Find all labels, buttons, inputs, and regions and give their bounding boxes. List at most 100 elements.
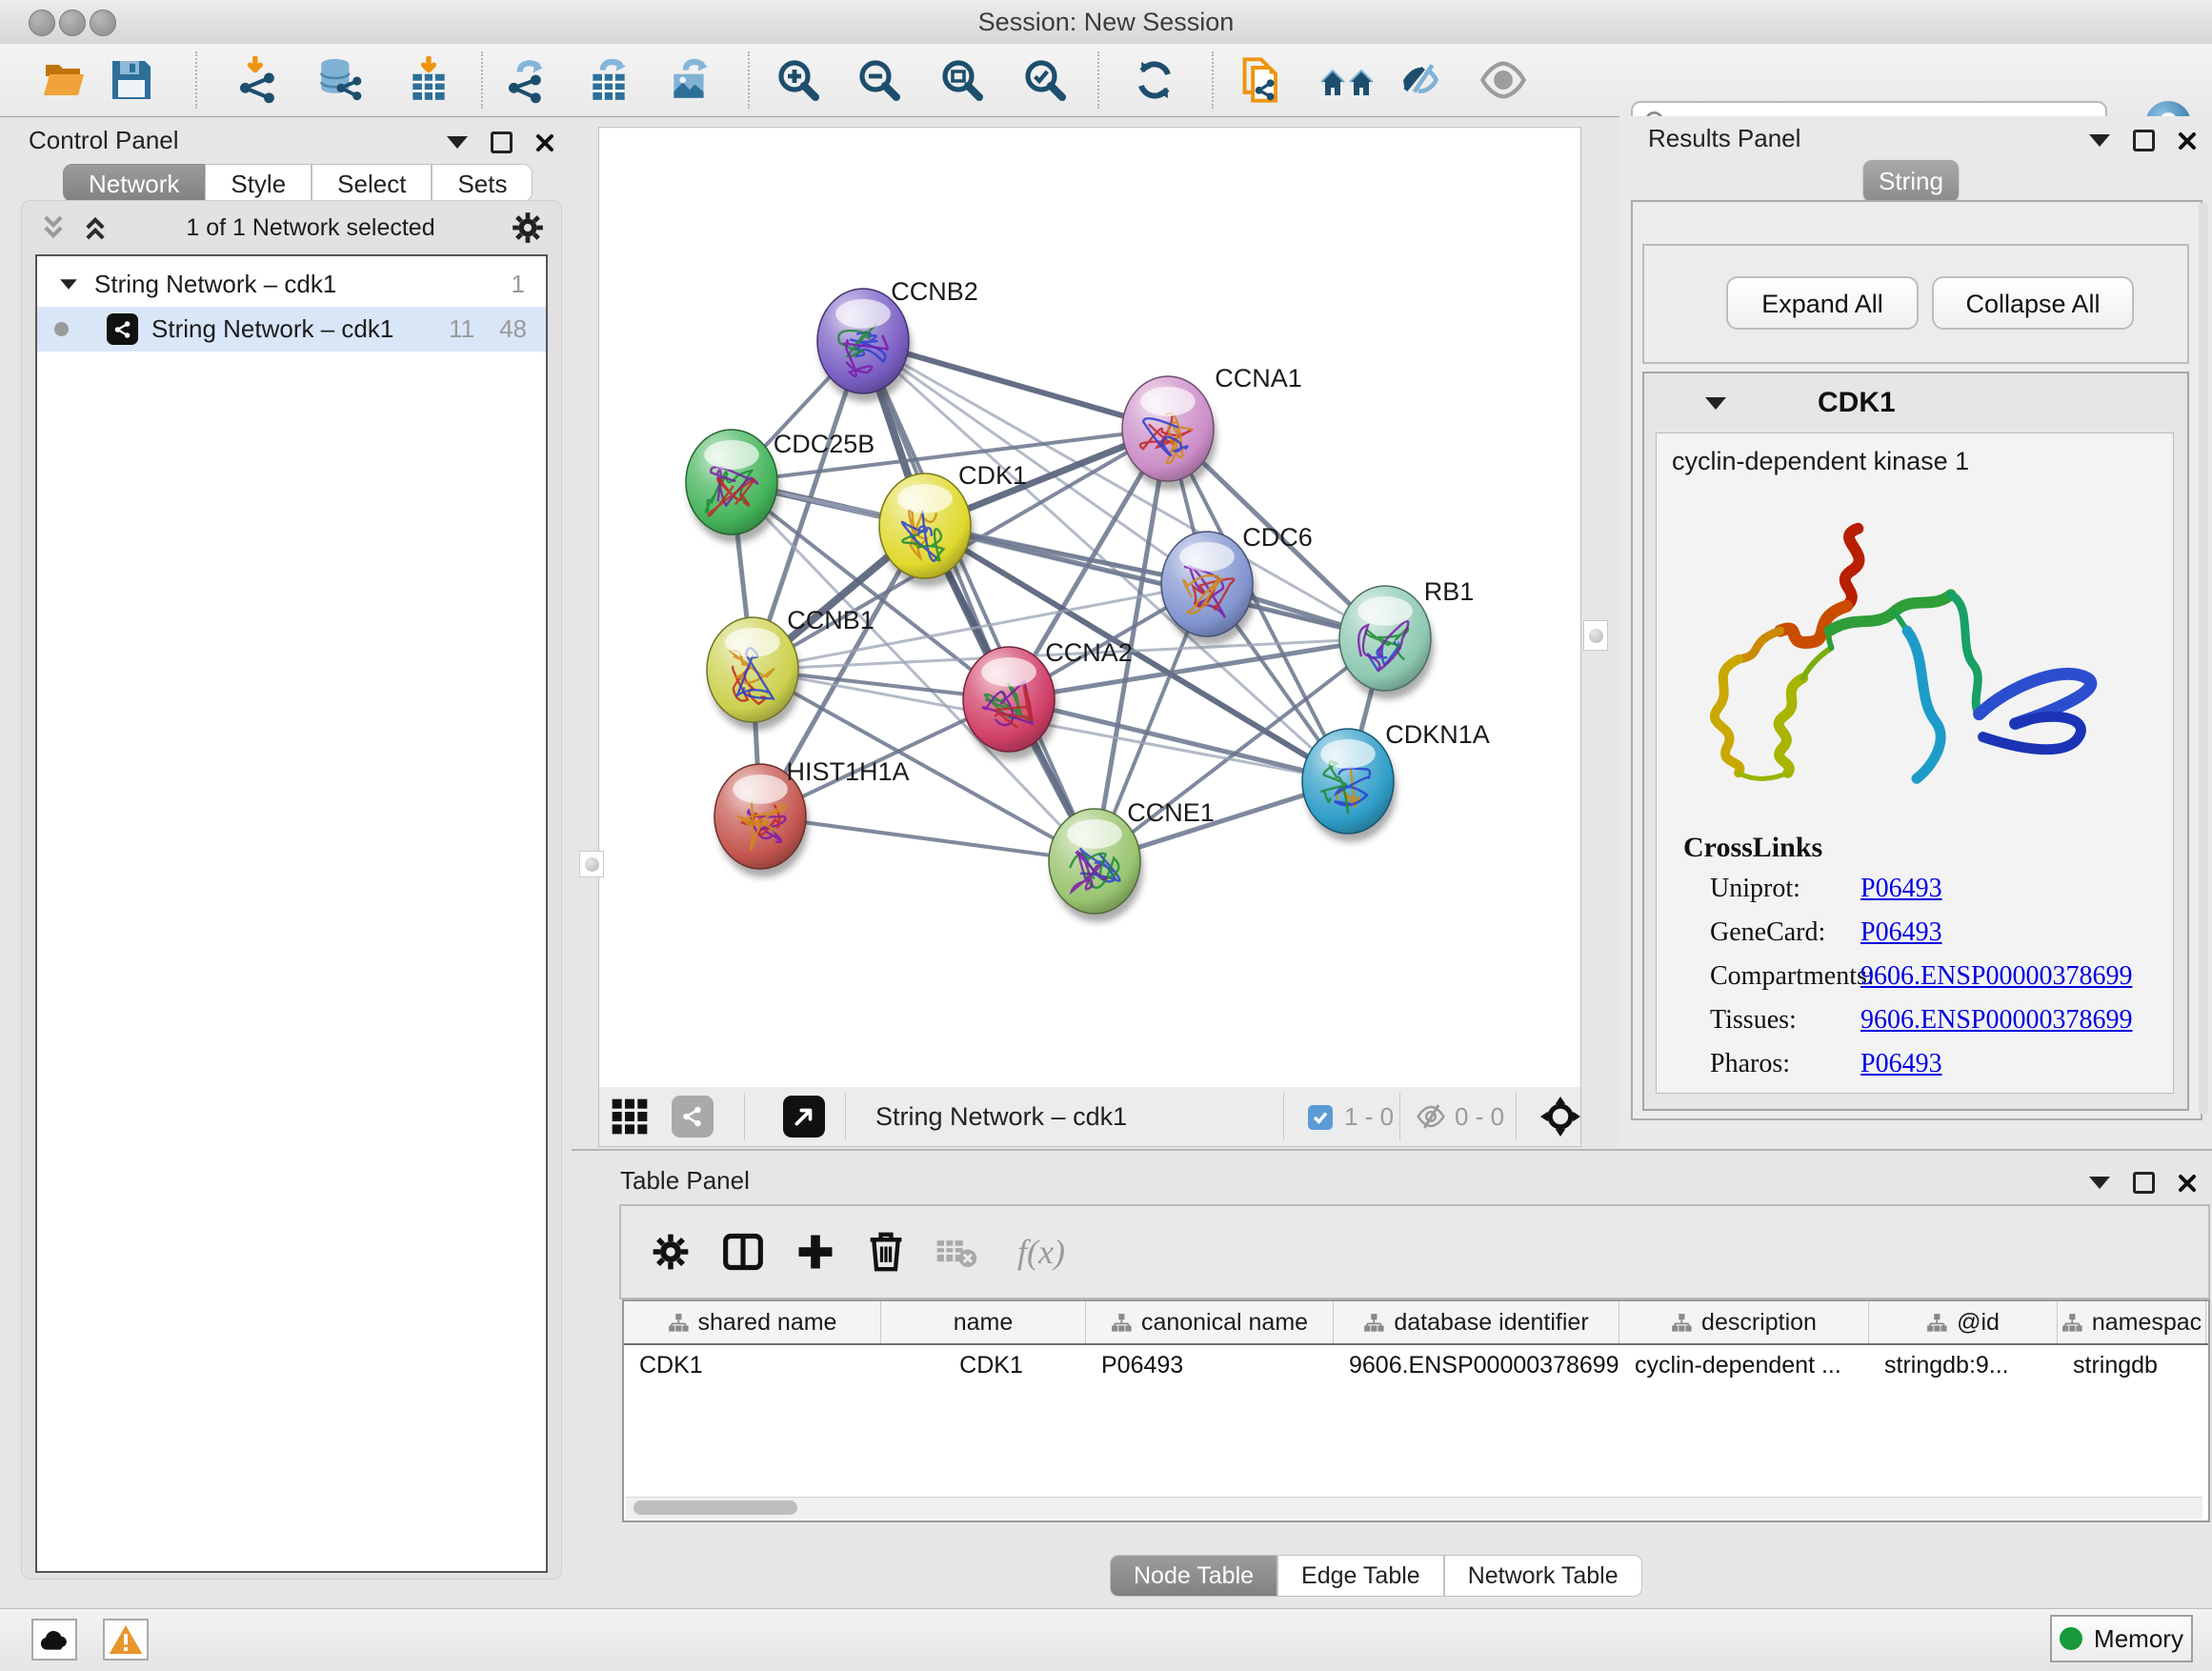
zoom-in-button[interactable]: [774, 55, 823, 105]
tab-style[interactable]: Style: [205, 164, 312, 202]
export-table-button[interactable]: [584, 55, 633, 105]
delete-column-button[interactable]: [861, 1227, 911, 1277]
network-node-hist1h1a[interactable]: HIST1H1A: [714, 757, 910, 877]
tab-string[interactable]: String: [1863, 160, 1959, 202]
column-header-shared-name[interactable]: shared name: [624, 1301, 881, 1343]
table-horizontal-scrollbar[interactable]: [626, 1497, 2202, 1519]
node-table-header: shared namenamecanonical namedatabase id…: [624, 1301, 2208, 1345]
open-view-button[interactable]: [783, 1096, 825, 1137]
refresh-view-button[interactable]: [1130, 55, 1179, 105]
hide-selected-button[interactable]: [1397, 55, 1446, 105]
network-canvas[interactable]: CCNB2CCNA1CDC25BCDK1CDC6RB1CCNB1CCNA2CDK…: [598, 127, 1581, 1088]
expand-all-icon[interactable]: [79, 213, 111, 242]
column-header-name[interactable]: name: [881, 1301, 1086, 1343]
network-node-cdc25b[interactable]: CDC25B: [686, 430, 875, 543]
zoom-out-button[interactable]: [855, 55, 904, 105]
delete-table-button[interactable]: [932, 1227, 981, 1277]
crosslink-link[interactable]: P06493: [1860, 1049, 1942, 1079]
show-all-eye-icon: [1478, 55, 1528, 105]
open-session-button[interactable]: [40, 55, 90, 105]
table-cell[interactable]: cyclin-dependent ...: [1619, 1345, 1869, 1385]
gear-icon[interactable]: [510, 210, 546, 246]
column-header--id[interactable]: @id: [1869, 1301, 2058, 1343]
grid-view-button[interactable]: [611, 1097, 649, 1140]
close-panel-icon[interactable]: [535, 133, 554, 152]
network-node-ccne1[interactable]: CCNE1: [1049, 798, 1215, 922]
collapse-all-icon[interactable]: [37, 213, 70, 242]
scrollbar-thumb[interactable]: [633, 1500, 797, 1515]
float-panel-icon[interactable]: [2133, 1172, 2155, 1194]
network-node-ccnb2[interactable]: CCNB2: [817, 277, 978, 402]
close-panel-icon[interactable]: [2178, 131, 2197, 151]
crosslink-link[interactable]: P06493: [1860, 917, 1942, 948]
table-cell[interactable]: P06493: [1086, 1345, 1334, 1385]
tab-network-table[interactable]: Network Table: [1444, 1555, 1642, 1597]
import-table-icon: [405, 56, 452, 104]
apply-function-button[interactable]: f(x): [998, 1227, 1084, 1277]
column-header-namespac[interactable]: namespac: [2058, 1301, 2206, 1343]
first-neighbors-button[interactable]: [1317, 55, 1377, 105]
left-splitter-handle[interactable]: [579, 851, 604, 877]
float-panel-icon[interactable]: [491, 131, 513, 153]
selected-items-checkbox[interactable]: [1308, 1105, 1333, 1130]
import-table-button[interactable]: [404, 55, 453, 105]
network-node-rb1[interactable]: RB1: [1339, 577, 1474, 699]
panel-menu-icon[interactable]: [2089, 1177, 2110, 1189]
tab-edge-table[interactable]: Edge Table: [1277, 1555, 1444, 1597]
crosslink-link[interactable]: 9606.ENSP00000378699: [1860, 961, 2132, 992]
open-folder-icon: [42, 57, 88, 103]
column-header-canonical-name[interactable]: canonical name: [1086, 1301, 1334, 1343]
close-panel-icon[interactable]: [2178, 1174, 2197, 1193]
expand-all-button[interactable]: Expand All: [1726, 276, 1919, 330]
right-splitter-handle[interactable]: [1583, 620, 1608, 651]
table-cell[interactable]: stringdb:9...: [1869, 1345, 2058, 1385]
float-panel-icon[interactable]: [2133, 130, 2155, 151]
table-cell[interactable]: stringdb: [2058, 1345, 2206, 1385]
crosslink-link[interactable]: P06493: [1860, 874, 1942, 904]
tab-node-table[interactable]: Node Table: [1110, 1555, 1277, 1597]
export-image-button[interactable]: [665, 55, 714, 105]
columns-icon: [722, 1231, 764, 1273]
import-network-file-button[interactable]: [234, 55, 284, 105]
crosslink-link[interactable]: 9606.ENSP00000378699: [1860, 1005, 2132, 1036]
save-session-button[interactable]: [107, 55, 156, 105]
cloud-status-button[interactable]: [31, 1619, 77, 1661]
network-collection-row[interactable]: String Network – cdk1 1: [37, 262, 546, 307]
add-column-button[interactable]: [791, 1227, 840, 1277]
tab-select[interactable]: Select: [312, 164, 432, 202]
diagonal-arrow-icon: [792, 1104, 816, 1129]
network-node-ccna2[interactable]: CCNA2: [963, 638, 1133, 760]
show-columns-button[interactable]: [718, 1227, 768, 1277]
gene-section-header[interactable]: CDK1: [1644, 373, 2187, 433]
table-cell[interactable]: CDK1: [624, 1345, 881, 1385]
navigator-crosshair-icon[interactable]: [1540, 1097, 1580, 1137]
memory-button[interactable]: Memory: [2050, 1615, 2193, 1662]
table-cell[interactable]: CDK1: [881, 1345, 1086, 1385]
warnings-button[interactable]: [103, 1619, 149, 1661]
network-node-cdkn1a[interactable]: CDKN1A: [1302, 720, 1490, 842]
show-all-button[interactable]: [1478, 55, 1528, 105]
table-row[interactable]: CDK1CDK1P064939606.ENSP00000378699cyclin…: [624, 1345, 2208, 1385]
tab-network[interactable]: Network: [63, 164, 205, 202]
panel-menu-icon[interactable]: [2089, 134, 2110, 147]
new-network-from-selection-button[interactable]: [1238, 55, 1288, 105]
hidden-items-eye-icon[interactable]: [1415, 1101, 1447, 1132]
application-window: Session: New Session: [0, 0, 2212, 1671]
tab-sets[interactable]: Sets: [432, 164, 533, 202]
network-badge-button[interactable]: [672, 1096, 714, 1137]
import-network-database-button[interactable]: [314, 55, 364, 105]
network-node-ccnb1[interactable]: CCNB1: [707, 606, 875, 731]
collapse-all-button[interactable]: Collapse All: [1932, 276, 2134, 330]
column-header-description[interactable]: description: [1619, 1301, 1869, 1343]
results-scrollbar[interactable]: [2199, 202, 2208, 1115]
collection-disclosure-icon[interactable]: [60, 279, 77, 289]
export-network-button[interactable]: [503, 55, 553, 105]
section-disclosure-icon[interactable]: [1705, 397, 1726, 410]
table-settings-button[interactable]: [646, 1227, 695, 1277]
zoom-fit-button[interactable]: [937, 55, 987, 105]
network-row-selected[interactable]: String Network – cdk1 11 48: [37, 307, 546, 352]
column-header-database-identifier[interactable]: database identifier: [1334, 1301, 1619, 1343]
zoom-selected-button[interactable]: [1020, 55, 1070, 105]
panel-menu-icon[interactable]: [447, 136, 468, 149]
table-cell[interactable]: 9606.ENSP00000378699: [1334, 1345, 1619, 1385]
